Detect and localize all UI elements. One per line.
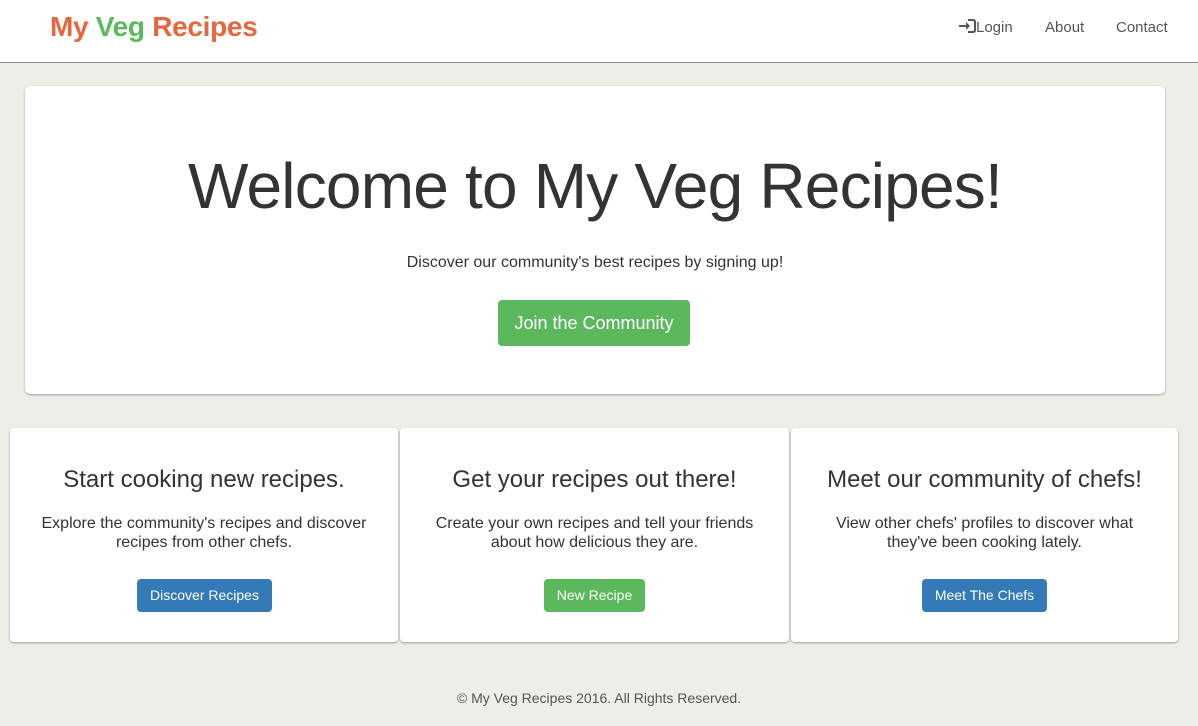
brand-logo[interactable]: My Veg Recipes [50, 11, 258, 43]
feature-description-line: Create your own recipes and tell your fr… [435, 515, 754, 532]
nav-login-link[interactable]: Login [958, 19, 1013, 36]
navbar: My Veg Recipes Login About Contact [0, 0, 1198, 63]
welcome-jumbotron [25, 86, 1165, 394]
meet-the-chefs-button[interactable]: Meet The Chefs [922, 579, 1047, 612]
new-recipe-button[interactable]: New Recipe [544, 579, 645, 612]
feature-description-line: Explore the community's recipes and disc… [41, 515, 367, 532]
feature-description-line: View other chefs' profiles to discover w… [835, 515, 1134, 532]
nav-about-link[interactable]: About [1045, 19, 1084, 36]
join-community-button[interactable]: Join the Community [498, 300, 690, 346]
nav-login-label: Login [976, 19, 1013, 36]
feature-title: Get your recipes out there! [452, 466, 737, 493]
brand-word-recipes: Recipes [152, 11, 258, 42]
brand-word-veg: Veg [95, 11, 145, 42]
welcome-title: Welcome to My Veg Recipes! [188, 150, 1003, 222]
nav-contact-link[interactable]: Contact [1116, 19, 1168, 36]
feature-title: Meet our community of chefs! [827, 466, 1142, 493]
feature-title: Start cooking new recipes. [63, 466, 345, 493]
feature-description-line: about how delicious they are. [490, 534, 699, 551]
brand-word-my: My [50, 11, 89, 42]
feature-description-line: they've been cooking lately. [887, 534, 1082, 551]
feature-description-line: recipes from other chefs. [115, 534, 293, 551]
footer-copyright: © My Veg Recipes 2016. All Rights Reserv… [456, 690, 742, 706]
login-icon [958, 19, 976, 33]
discover-recipes-button[interactable]: Discover Recipes [137, 579, 272, 612]
welcome-subtitle: Discover our community's best recipes by… [406, 254, 784, 271]
